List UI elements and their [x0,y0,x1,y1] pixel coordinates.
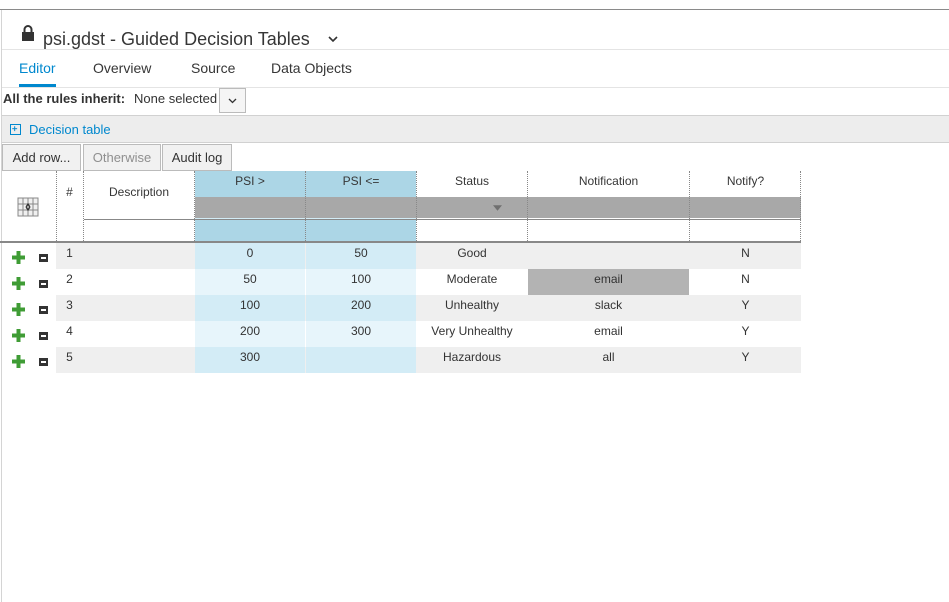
description-cell[interactable] [84,269,194,295]
column-header-psi-gt[interactable]: PSI > [195,174,305,188]
row-number-cell: 5 [66,350,73,364]
pattern-bar[interactable] [195,197,801,218]
audit-log-button[interactable]: Audit log [162,144,232,171]
psi-gt-cell[interactable]: 200 [195,321,305,347]
psi-le-cell[interactable]: 100 [306,269,416,295]
table-row[interactable]: 3 100 200 Unhealthy slack Y [56,295,801,321]
table-row[interactable]: 5 300 Hazardous all Y [56,347,801,373]
description-cell[interactable] [84,243,194,269]
chevron-down-icon [228,98,237,104]
add-row-button[interactable]: Add row... [2,144,81,171]
notification-cell[interactable]: email [528,321,689,347]
status-cell[interactable]: Hazardous [417,347,527,373]
decision-table-panel-header[interactable]: Decision table [2,115,949,143]
row-number-cell: 1 [66,246,73,260]
inherit-value: None selected [134,91,218,106]
row-number-cell: 4 [66,324,73,338]
column-header-number: # [66,185,73,199]
chevron-down-icon[interactable] [327,34,339,44]
expand-plus-icon[interactable] [10,124,21,135]
psi-gt-cell[interactable]: 300 [195,347,305,373]
remove-row-icon[interactable] [39,280,48,288]
description-cell[interactable] [84,347,194,373]
table-row[interactable]: 2 50 100 Moderate email N [56,269,801,295]
psi-gt-cell[interactable]: 100 [195,295,305,321]
notify-cell[interactable]: Y [690,347,801,373]
notification-cell-selected[interactable]: email [528,269,689,295]
tab-source[interactable]: Source [191,50,235,87]
status-cell[interactable]: Unhealthy [417,295,527,321]
remove-row-icon[interactable] [39,332,48,340]
status-cell[interactable]: Moderate [417,269,527,295]
column-header-psi-le[interactable]: PSI <= [306,174,416,188]
column-swap-icon[interactable] [17,197,39,217]
table-row[interactable]: 4 200 300 Very Unhealthy email Y [56,321,801,347]
add-row-icon[interactable] [12,277,25,290]
column-header-description[interactable]: Description [84,185,194,199]
remove-row-icon[interactable] [39,306,48,314]
add-row-icon[interactable] [12,251,25,264]
page-title[interactable]: psi.gdst - Guided Decision Tables [43,29,310,50]
column-header-status[interactable]: Status [417,174,527,188]
caret-down-icon[interactable] [493,205,502,211]
row-number-cell: 3 [66,298,73,312]
add-row-icon[interactable] [12,329,25,342]
description-cell[interactable] [84,321,194,347]
notification-cell[interactable] [528,243,689,269]
column-header-notification[interactable]: Notification [528,174,689,188]
tab-editor[interactable]: Editor [19,50,56,87]
notify-cell[interactable]: N [690,243,801,269]
psi-gt-cell[interactable]: 0 [195,243,305,269]
inherit-dropdown-button[interactable] [219,88,246,113]
tab-overview[interactable]: Overview [93,50,151,87]
notify-cell[interactable]: Y [690,321,801,347]
editor-title-bar: psi.gdst - Guided Decision Tables [2,10,949,50]
notify-cell[interactable]: Y [690,295,801,321]
psi-gt-cell[interactable]: 50 [195,269,305,295]
editor-tabs: Editor Overview Source Data Objects [2,50,949,88]
add-row-icon[interactable] [12,303,25,316]
notification-cell[interactable]: slack [528,295,689,321]
tab-data-objects[interactable]: Data Objects [271,50,352,87]
inherit-label: All the rules inherit: [3,91,126,106]
decision-table-label[interactable]: Decision table [29,122,111,137]
description-cell[interactable] [84,295,194,321]
psi-le-cell[interactable]: 50 [306,243,416,269]
notify-cell[interactable]: N [690,269,801,295]
lock-icon [22,25,34,41]
header-divider [84,219,801,220]
otherwise-button[interactable]: Otherwise [83,144,161,171]
status-cell[interactable]: Good [417,243,527,269]
table-row[interactable]: 1 0 50 Good N [56,243,801,269]
window-left-border [1,10,2,602]
psi-le-cell[interactable]: 200 [306,295,416,321]
psi-le-cell[interactable]: 300 [306,321,416,347]
notification-cell[interactable]: all [528,347,689,373]
add-row-icon[interactable] [12,355,25,368]
remove-row-icon[interactable] [39,254,48,262]
column-header-notify[interactable]: Notify? [690,174,801,188]
remove-row-icon[interactable] [39,358,48,366]
psi-le-cell[interactable] [306,347,416,373]
status-cell[interactable]: Very Unhealthy [417,321,527,347]
row-number-cell: 2 [66,272,73,286]
